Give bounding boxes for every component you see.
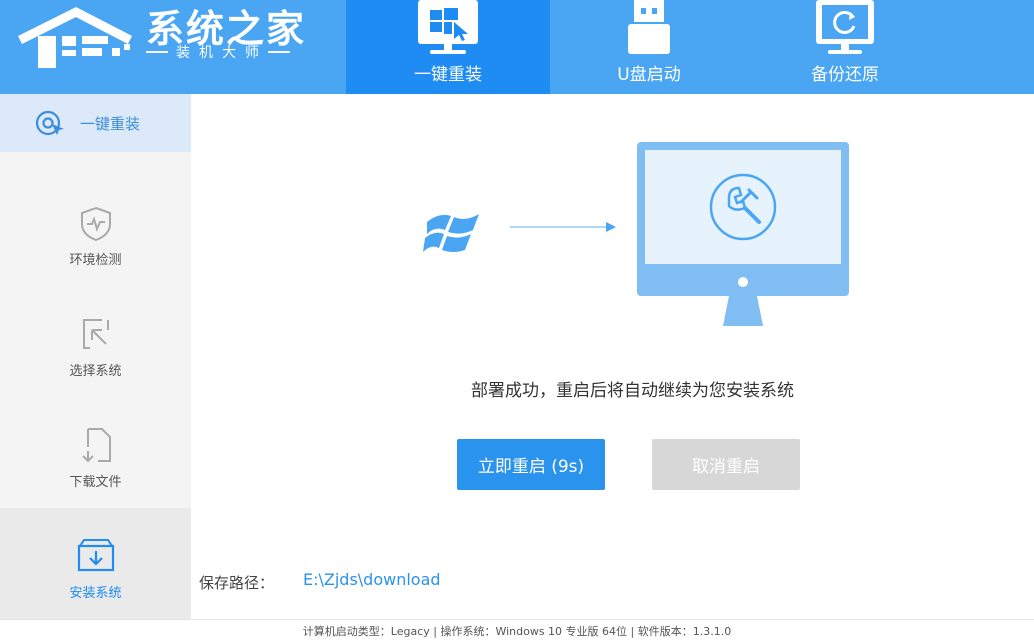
windows-install-icon <box>418 0 478 54</box>
save-path-link[interactable]: E:\Zjds\download <box>303 570 441 589</box>
target-cursor-icon <box>35 110 64 136</box>
restart-now-button[interactable]: 立即重启 (9s) <box>457 439 605 490</box>
subtitle-dash-right <box>268 51 290 53</box>
step-label: 环境检测 <box>69 253 122 268</box>
tab-label: 一键重装 <box>414 65 482 85</box>
brand-logo: 系统之家 装机大师 <box>12 0 312 94</box>
usb-drive-icon <box>628 0 670 54</box>
backup-restore-icon <box>816 0 874 54</box>
sidebar: 一键重装 环境检测 选择系统 下载文件 安装系统 <box>0 94 191 619</box>
step-label: 下载文件 <box>69 475 122 490</box>
shield-pulse-icon <box>80 206 111 242</box>
tab-usb-boot[interactable]: U盘启动 <box>547 0 751 94</box>
file-download-icon <box>81 428 111 463</box>
cancel-restart-button[interactable]: 取消重启 <box>652 439 800 490</box>
app-header: 系统之家 装机大师 一键重装 U盘启动 备份还原 <box>0 0 1034 94</box>
sidebar-header-label: 一键重装 <box>80 115 141 133</box>
arrow-right-icon <box>510 222 616 232</box>
status-bar: 计算机启动类型：Legacy | 操作系统：Windows 10 专业版 64位… <box>0 619 1034 643</box>
sidebar-header[interactable]: 一键重装 <box>0 94 191 152</box>
tab-label: U盘启动 <box>617 65 681 85</box>
house-logo-icon <box>17 6 133 68</box>
tab-label: 备份还原 <box>811 65 879 85</box>
sidebar-step-install-system: 安装系统 <box>0 508 191 619</box>
main-content: 部署成功，重启后将自动继续为您安装系统 立即重启 (9s) 取消重启 保存路径：… <box>191 94 1034 619</box>
cursor-select-icon <box>82 319 109 349</box>
sidebar-step-environment-check: 环境检测 <box>0 175 191 286</box>
install-box-icon <box>77 539 114 572</box>
tab-backup-restore[interactable]: 备份还原 <box>743 0 947 94</box>
monitor-repair-icon <box>637 142 849 326</box>
brand-subtitle-text: 装机大师 <box>176 45 268 61</box>
sidebar-step-download-files: 下载文件 <box>0 397 191 508</box>
step-label: 选择系统 <box>69 364 122 379</box>
step-label: 安装系统 <box>69 586 122 601</box>
subtitle-dash-left <box>146 51 168 53</box>
brand-subtitle: 装机大师 <box>146 42 306 62</box>
tab-one-click-reinstall[interactable]: 一键重装 <box>346 0 550 94</box>
windows-logo-icon <box>423 214 479 252</box>
sidebar-step-select-system: 选择系统 <box>0 286 191 397</box>
deploy-status-text: 部署成功，重启后将自动继续为您安装系统 <box>471 381 794 401</box>
save-path-label: 保存路径： <box>199 574 275 592</box>
